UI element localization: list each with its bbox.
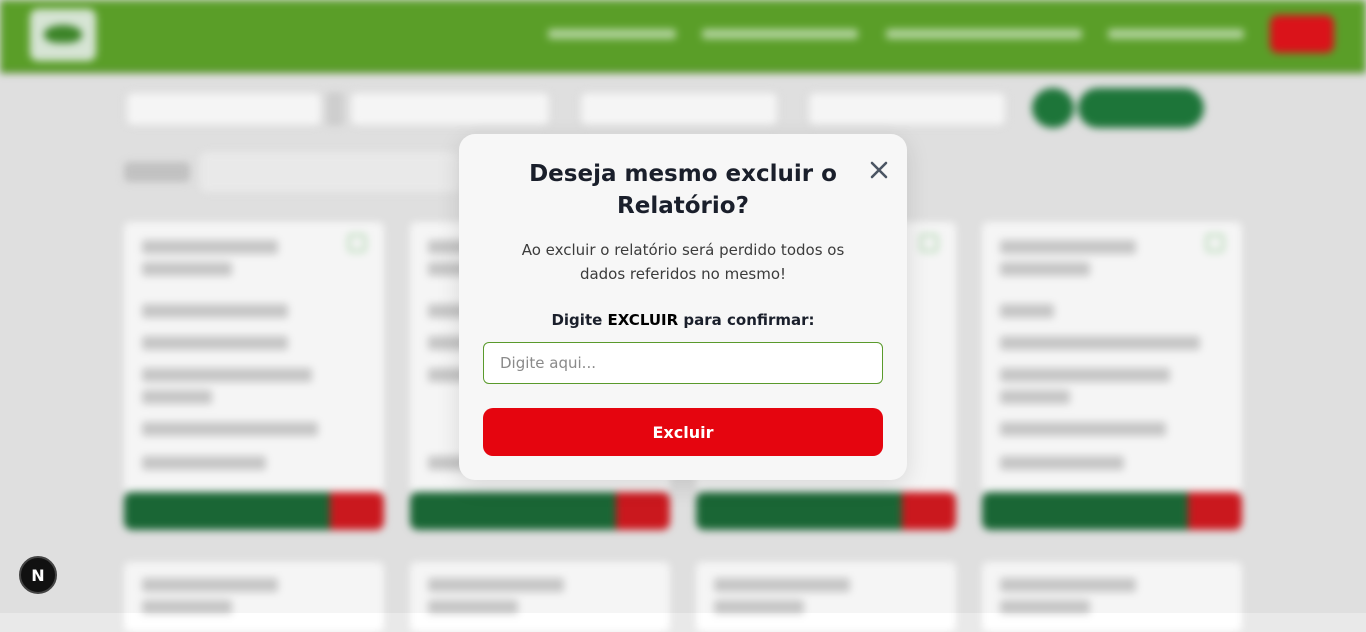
confirm-keyword: EXCLUIR [607, 311, 679, 329]
delete-confirm-button[interactable]: Excluir [483, 408, 883, 456]
modal-title: Deseja mesmo excluir o Relatório? [529, 161, 837, 219]
confirm-text-input[interactable] [483, 342, 883, 384]
delete-confirmation-modal: Deseja mesmo excluir o Relatório? Ao exc… [459, 134, 907, 480]
close-icon[interactable] [865, 156, 893, 184]
confirm-instruction-suffix: para confirmar: [683, 311, 815, 329]
confirm-instruction-prefix: Digite [551, 311, 603, 329]
modal-description: Ao excluir o relatório será perdido todo… [521, 241, 845, 283]
nextjs-devtools-button[interactable]: N [19, 556, 57, 594]
confirm-instruction: Digite EXCLUIR para confirmar: [483, 311, 883, 329]
